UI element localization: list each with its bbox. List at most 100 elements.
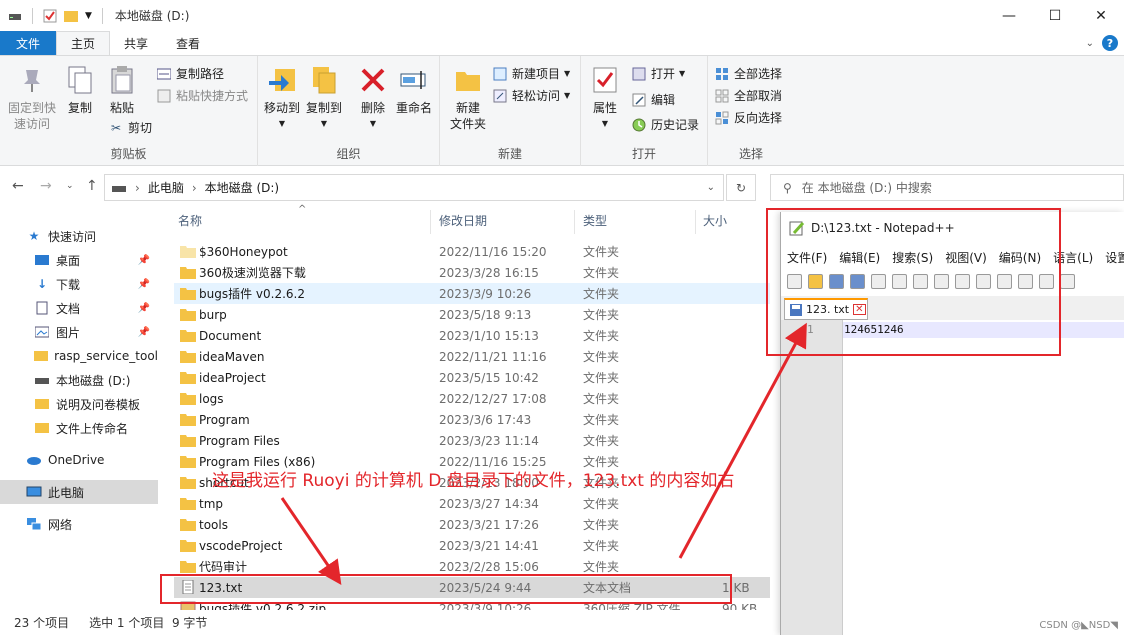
sidebar-item-documents[interactable]: 文档 📌	[0, 296, 158, 320]
window-title: 本地磁盘 (D:)	[114, 9, 190, 23]
table-row[interactable]: $360Honeypot 2022/11/16 15:20 文件夹	[174, 241, 770, 262]
address-bar[interactable]: › 此电脑 › 本地磁盘 (D:) ⌄	[104, 174, 724, 201]
picture-icon	[34, 324, 50, 340]
table-row[interactable]: ideaMaven 2022/11/21 11:16 文件夹	[174, 346, 770, 367]
annotation-box-123-txt	[160, 574, 732, 604]
selection-info: 选中 1 个项目 9 字节	[89, 616, 208, 630]
tab-home[interactable]: 主页	[56, 31, 111, 55]
paste-shortcut-button[interactable]: 粘贴快捷方式	[156, 87, 248, 104]
copy-button[interactable]: 复制	[64, 64, 96, 116]
table-row[interactable]: Program Files 2023/3/23 11:14 文件夹	[174, 430, 770, 451]
pin-icon[interactable]: 📌	[138, 303, 150, 314]
folder-icon	[180, 309, 196, 321]
maximize-button[interactable]: ☐	[1032, 0, 1078, 31]
table-row[interactable]: ideaProject 2023/5/15 10:42 文件夹	[174, 367, 770, 388]
sidebar-item-rasp[interactable]: rasp_service_tool	[0, 344, 158, 368]
move-to-button[interactable]: 移动到 ▼	[262, 64, 302, 132]
new-group: 新建 文件夹 新建项目 ▼ 轻松访问 ▼ 新建	[440, 56, 581, 166]
edit-button[interactable]: 编辑	[631, 91, 675, 108]
new-group-label: 新建	[497, 147, 522, 161]
pin-icon[interactable]: 📌	[138, 279, 150, 290]
tab-view[interactable]: 查看	[162, 31, 214, 55]
breadcrumb-local-disk[interactable]: 本地磁盘 (D:)	[205, 179, 279, 196]
notepad-menu-settings[interactable]: 设置	[1105, 249, 1124, 266]
select-none-button[interactable]: 全部取消	[714, 87, 782, 104]
copy-to-button[interactable]: 复制到 ▼	[304, 64, 344, 132]
select-all-icon	[714, 66, 730, 82]
table-row[interactable]: burp 2023/5/18 9:13 文件夹	[174, 304, 770, 325]
delete-x-icon	[357, 64, 389, 96]
copy-path-button[interactable]: 复制路径	[156, 65, 224, 82]
table-row[interactable]: tmp 2023/3/27 14:34 文件夹	[174, 493, 770, 514]
sidebar-item-desktop[interactable]: 桌面 📌	[0, 248, 158, 272]
column-header-size[interactable]: 大小	[703, 212, 727, 229]
refresh-icon: ↻	[735, 180, 747, 195]
replace-icon[interactable]	[1060, 273, 1075, 289]
easy-access-button[interactable]: 轻松访问 ▼	[492, 87, 570, 104]
file-modified: 2023/5/15 10:42	[439, 370, 539, 385]
properties-qat-icon[interactable]	[43, 9, 57, 23]
navigation-pane: ★ 快速访问 桌面 📌 ↓ 下载 📌 文档 📌 图片 📌 rasp_servic…	[0, 208, 160, 608]
paste-shortcut-icon	[156, 88, 172, 104]
tab-file[interactable]: 文件	[0, 31, 57, 55]
new-item-button[interactable]: 新建项目 ▼	[492, 65, 570, 82]
sidebar-item-local-disk[interactable]: 本地磁盘 (D:)	[0, 368, 158, 392]
sidebar-item-upload[interactable]: 文件上传命名	[0, 416, 158, 440]
delete-button[interactable]: 删除 ▼	[358, 64, 388, 132]
address-row: ← → ⌄ ↑ › 此电脑 › 本地磁盘 (D:) ⌄ ↻ ⚲ 在 本地磁盘 (…	[0, 166, 1124, 208]
table-row[interactable]: Document 2023/1/10 15:13 文件夹	[174, 325, 770, 346]
recent-dropdown-icon[interactable]: ⌄	[66, 181, 74, 191]
select-all-button[interactable]: 全部选择	[714, 65, 782, 82]
table-row[interactable]: vscodeProject 2023/3/21 14:41 文件夹	[174, 535, 770, 556]
sidebar-item-pictures[interactable]: 图片 📌	[0, 320, 158, 344]
help-icon[interactable]: ?	[1102, 35, 1118, 51]
sidebar-item-onedrive[interactable]: OneDrive	[0, 448, 158, 472]
sidebar-item-quick-access[interactable]: ★ 快速访问	[0, 224, 158, 248]
table-row[interactable]: Program 2023/3/6 17:43 文件夹	[174, 409, 770, 430]
sidebar-item-downloads[interactable]: ↓ 下载 📌	[0, 272, 158, 296]
up-arrow-icon[interactable]: ↑	[86, 178, 98, 194]
properties-button[interactable]: 属性 ▼	[589, 64, 621, 132]
file-name: vscodeProject	[199, 538, 283, 553]
folder-icon	[180, 435, 196, 447]
rename-button[interactable]: 重命名	[394, 64, 434, 116]
refresh-button[interactable]: ↻	[726, 174, 756, 201]
tab-share[interactable]: 共享	[110, 31, 162, 55]
new-folder-button[interactable]: 新建 文件夹	[448, 64, 488, 132]
pin-icon[interactable]: 📌	[138, 327, 150, 338]
file-type: 文件夹	[583, 371, 620, 385]
file-name: Program	[199, 412, 250, 427]
qat-dropdown-icon[interactable]: ▼	[85, 11, 92, 21]
cut-button[interactable]: ✂ 剪切	[108, 119, 152, 136]
table-row[interactable]: bugs插件 v0.2.6.2 2023/3/9 10:26 文件夹	[174, 283, 770, 304]
sidebar-item-this-pc[interactable]: 此电脑	[0, 480, 158, 504]
invert-selection-button[interactable]: 反向选择	[714, 109, 782, 126]
select-group-label: 选择	[738, 147, 763, 161]
minimize-button[interactable]: —	[986, 0, 1032, 31]
back-arrow-icon[interactable]: ←	[12, 178, 24, 194]
clipboard-group: 固定到快 速访问 复制 粘贴 复制路径 粘贴快捷方式 ✂ 剪切 剪贴板	[0, 56, 258, 166]
table-row[interactable]: 360极速浏览器下载 2023/3/28 16:15 文件夹	[174, 262, 770, 283]
close-button[interactable]: ✕	[1078, 0, 1124, 31]
folder-icon	[180, 267, 196, 279]
paste-button[interactable]: 粘贴	[106, 64, 138, 116]
new-folder-qat-icon[interactable]	[63, 9, 79, 23]
forward-arrow-icon[interactable]: →	[40, 178, 52, 194]
table-row[interactable]: tools 2023/3/21 17:26 文件夹	[174, 514, 770, 535]
breadcrumb-this-pc[interactable]: 此电脑	[148, 179, 184, 196]
search-input[interactable]: ⚲ 在 本地磁盘 (D:) 中搜索	[770, 174, 1124, 201]
column-header-modified[interactable]: 修改日期	[439, 212, 487, 229]
rename-icon	[398, 64, 430, 96]
pin-icon[interactable]: 📌	[138, 255, 150, 266]
table-row[interactable]: logs 2022/12/27 17:08 文件夹	[174, 388, 770, 409]
open-button[interactable]: 打开 ▼	[631, 65, 685, 82]
history-button[interactable]: 历史记录	[631, 116, 699, 133]
notepad-editor[interactable]: 1 124651246	[781, 320, 1124, 635]
sidebar-item-templates[interactable]: 说明及问卷模板	[0, 392, 158, 416]
column-header-type[interactable]: 类型	[583, 212, 607, 229]
column-header-name[interactable]: 名称	[178, 212, 202, 229]
ribbon-collapse-icon[interactable]: ⌄	[1086, 38, 1094, 49]
pin-quick-access-button[interactable]: 固定到快 速访问	[6, 64, 58, 132]
address-dropdown-icon[interactable]: ⌄	[707, 182, 715, 193]
sidebar-item-network[interactable]: 网络	[0, 512, 158, 536]
